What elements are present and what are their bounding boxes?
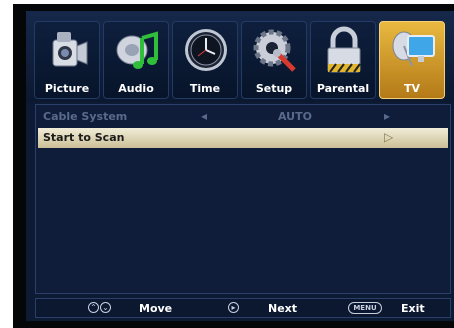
menu-key-icon: MENU (348, 302, 382, 314)
cable-system-value: AUTO (278, 110, 312, 123)
move-hint: Move (139, 302, 173, 315)
tab-label: Time (189, 82, 221, 95)
tab-label: Picture (44, 82, 90, 95)
tv-satellite-icon (392, 31, 435, 67)
tab-label: TV (403, 82, 421, 95)
tab-setup[interactable]: Setup (241, 21, 307, 99)
tab-picture[interactable]: Picture (34, 21, 100, 99)
key-hint-bar: ⌃ ⌄ Move ▸ Next MENU Exit (35, 298, 451, 318)
tab-label: Setup (255, 82, 293, 95)
up-arrow-icon: ⌃ (88, 302, 99, 313)
music-note-icon (116, 31, 158, 69)
tab-tv[interactable]: TV (379, 21, 445, 99)
osd-screen: Picture Audio Time Setup Parental TV Cab… (26, 11, 454, 321)
clock-icon (185, 29, 227, 71)
arrow-right-icon[interactable]: ▸ (384, 109, 390, 123)
arrow-left-icon[interactable]: ◂ (201, 109, 207, 123)
tab-parental[interactable]: Parental (310, 21, 376, 99)
down-arrow-icon: ⌄ (100, 302, 111, 313)
menu-row-start-scan[interactable]: Start to Scan ▷ (38, 128, 448, 148)
right-arrow-icon: ▸ (228, 302, 239, 313)
enter-arrow-icon: ▷ (384, 130, 394, 144)
gear-wrench-icon (253, 29, 296, 72)
padlock-icon (327, 26, 361, 73)
camera-icon (52, 32, 88, 67)
tab-label: Audio (118, 82, 154, 95)
tv-settings-panel: Cable System ◂ AUTO ▸ Start to Scan ▷ (35, 104, 451, 294)
tab-time[interactable]: Time (172, 21, 238, 99)
menu-tab-bar: Picture Audio Time Setup Parental TV (26, 11, 454, 102)
next-hint: Next (268, 302, 298, 315)
tab-audio[interactable]: Audio (103, 21, 169, 99)
tab-label: Parental (316, 82, 370, 95)
cable-system-label: Cable System (43, 110, 128, 123)
start-scan-label: Start to Scan (43, 131, 125, 144)
exit-hint: Exit (401, 302, 425, 315)
menu-row-cable-system[interactable]: Cable System ◂ AUTO ▸ (38, 107, 448, 127)
